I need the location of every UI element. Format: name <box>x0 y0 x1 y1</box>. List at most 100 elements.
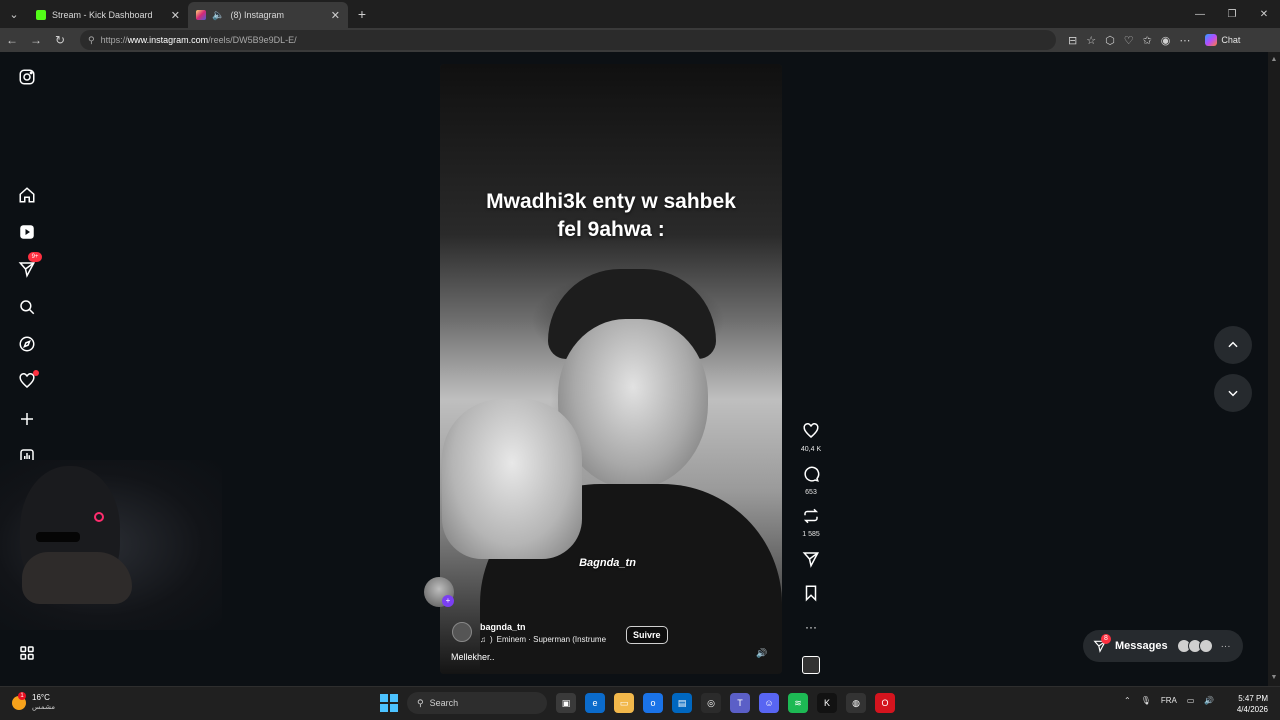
scroll-up-icon[interactable]: ▲ <box>1270 56 1278 64</box>
tab-title: Stream - Kick Dashboard <box>52 10 153 20</box>
weather-widget[interactable]: 1 16°C مشمس <box>12 692 55 713</box>
edge-icon[interactable]: e <box>585 693 605 713</box>
tab-instagram[interactable]: 🔈 (8) Instagram ✕ <box>188 2 348 28</box>
messages-badge: 8 <box>1101 634 1111 644</box>
minimize-button[interactable]: — <box>1184 9 1216 20</box>
more-icon: ··· <box>1220 640 1231 652</box>
repost-count: 1 585 <box>802 531 820 538</box>
save-button[interactable] <box>796 584 826 607</box>
music-note-icon: ♫ <box>480 635 486 644</box>
new-tab-button[interactable]: + <box>352 6 372 22</box>
reels-icon[interactable] <box>14 219 40 245</box>
speaker-icon[interactable]: 🔈 <box>212 10 224 21</box>
notification-badge: 9+ <box>28 252 42 262</box>
spotify-icon[interactable]: ≋ <box>788 693 808 713</box>
microphone-icon[interactable]: 🎙 <box>1141 696 1151 705</box>
window-controls: — ❐ ✕ <box>1184 9 1280 20</box>
repost-icon <box>803 508 819 524</box>
back-button[interactable]: ← <box>0 33 24 47</box>
profile-avatar[interactable]: ◉ <box>1161 34 1171 47</box>
comment-count: 653 <box>805 489 817 496</box>
close-window-button[interactable]: ✕ <box>1248 9 1280 20</box>
audio-thumbnail[interactable] <box>802 656 820 674</box>
messages-button[interactable]: 8 Messages ··· <box>1083 630 1243 662</box>
forward-button[interactable]: → <box>24 33 48 47</box>
more-options-icon[interactable]: ··· <box>796 620 826 634</box>
instagram-logo-icon[interactable] <box>14 64 40 90</box>
home-icon[interactable] <box>14 182 40 208</box>
opera-icon[interactable]: O <box>875 693 895 713</box>
message-avatars <box>1176 639 1213 653</box>
reel-audio-info[interactable]: ♫ ) Eminem · Superman (Instrume <box>480 635 606 644</box>
comment-button[interactable]: 653 <box>796 465 826 496</box>
extensions-icon[interactable]: ⬡ <box>1105 34 1115 47</box>
refresh-button[interactable]: ↻ <box>48 33 72 47</box>
kick-icon[interactable]: K <box>817 693 837 713</box>
tab-actions-menu-button[interactable]: ⌄ <box>4 4 24 24</box>
mute-toggle-icon[interactable]: 🔊 <box>756 648 767 659</box>
more-apps-icon[interactable] <box>14 640 40 666</box>
taskbar-apps: ⚲ Search ▣ e ▭ o ▤ ◎ T ☺ ≋ K ◍ O <box>380 692 895 714</box>
taskbar-search[interactable]: ⚲ Search <box>407 692 547 714</box>
windows-start-icon[interactable] <box>380 694 398 712</box>
reel-username[interactable]: bagnda_tn <box>480 622 526 632</box>
floating-profile-avatar[interactable]: + <box>424 577 454 607</box>
site-info-icon[interactable]: ⚲ <box>88 35 95 46</box>
taskbar-clock[interactable]: 5:47 PM 4/4/2026 <box>1230 693 1268 715</box>
heart-notifications-icon[interactable] <box>14 368 40 394</box>
copilot-chat-button[interactable]: Chat <box>1205 34 1240 46</box>
notification-dot <box>33 370 39 376</box>
favorite-star-icon[interactable]: ☆ <box>1086 34 1096 47</box>
explore-compass-icon[interactable] <box>14 331 40 357</box>
obs-icon[interactable]: ◍ <box>846 693 866 713</box>
show-hidden-icons[interactable]: ⌃ <box>1124 696 1131 705</box>
share-button[interactable] <box>796 550 826 573</box>
reel-caption[interactable]: Mellekher.. <box>451 652 495 662</box>
discord-icon[interactable]: ☺ <box>759 693 779 713</box>
network-icon[interactable]: ▭ <box>1187 696 1195 705</box>
previous-reel-button[interactable] <box>1214 326 1252 364</box>
audio-wave-icon: ) <box>490 635 493 644</box>
file-explorer-icon[interactable]: ▭ <box>614 693 634 713</box>
instagram-favicon-icon <box>196 10 206 20</box>
weather-description: مشمس <box>32 704 55 711</box>
xbox-icon[interactable]: ◎ <box>701 693 721 713</box>
close-tab-icon[interactable]: ✕ <box>331 9 340 22</box>
create-plus-icon[interactable] <box>14 406 40 432</box>
like-count: 40,4 K <box>800 446 822 453</box>
language-indicator[interactable]: FRA <box>1161 696 1177 705</box>
repost-button[interactable]: 1 585 <box>796 507 826 538</box>
close-tab-icon[interactable]: ✕ <box>171 9 180 22</box>
reel-overlay-text: Mwadhi3k enty w sahbek fel 9ahwa : <box>486 190 736 241</box>
tab-title: (8) Instagram <box>230 10 284 20</box>
search-icon[interactable] <box>14 294 40 320</box>
like-button[interactable]: 40,4 K <box>796 422 826 453</box>
system-tray: ⌃ 🎙 FRA ▭ 🔊 <box>1124 696 1214 705</box>
scroll-down-icon[interactable]: ▼ <box>1270 674 1278 682</box>
tab-kick-dashboard[interactable]: Stream - Kick Dashboard ✕ <box>28 2 188 28</box>
author-avatar[interactable] <box>452 622 472 642</box>
store-icon[interactable]: ▤ <box>672 693 692 713</box>
follow-button[interactable]: Suivre <box>626 626 668 644</box>
messages-label: Messages <box>1115 640 1168 652</box>
restore-button[interactable]: ❐ <box>1216 9 1248 20</box>
kick-favicon-icon <box>36 10 46 20</box>
page-scrollbar[interactable]: ▲ ▼ <box>1268 52 1280 686</box>
next-reel-button[interactable] <box>1214 374 1252 412</box>
url-text: https://www.instagram.com/reels/DW5B9e9D… <box>100 35 297 45</box>
reel-author-avatar[interactable] <box>452 622 472 642</box>
browser-tab-bar: ⌄ Stream - Kick Dashboard ✕ 🔈 (8) Instag… <box>0 0 1280 28</box>
split-screen-icon[interactable]: ⊟ <box>1068 34 1077 47</box>
bookmark-icon <box>805 585 817 602</box>
volume-icon[interactable]: 🔊 <box>1204 696 1214 705</box>
more-menu-icon[interactable]: ⋯ <box>1179 34 1190 47</box>
outlook-icon[interactable]: o <box>643 693 663 713</box>
messages-nav-icon[interactable]: 9+ <box>14 252 42 282</box>
address-bar[interactable]: ⚲ https://www.instagram.com/reels/DW5B9e… <box>80 30 1056 50</box>
task-view-icon[interactable]: ▣ <box>556 693 576 713</box>
reel-video[interactable]: Mwadhi3k enty w sahbek fel 9ahwa : Bagnd… <box>440 64 782 674</box>
favorites-icon[interactable]: ✩ <box>1143 34 1152 47</box>
teams-icon[interactable]: T <box>730 693 750 713</box>
copilot-icon <box>1205 34 1218 46</box>
browser-essentials-icon[interactable]: ♡ <box>1124 34 1134 47</box>
